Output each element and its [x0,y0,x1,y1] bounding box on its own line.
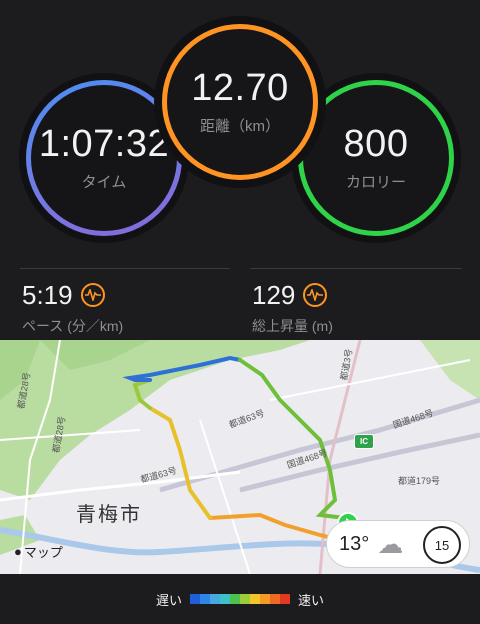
speed-color-swatch [200,594,210,604]
time-ring: 1:07:32 タイム [26,80,182,236]
divider [250,268,462,269]
speed-color-swatch [240,594,250,604]
pace-value: 5:19 [22,280,73,310]
apple-logo-icon: ● [14,544,22,559]
pace-stat[interactable]: 5:19 ペース (分／km) [22,282,123,336]
ic-badge: IC [354,434,374,449]
speed-color-swatch [270,594,280,604]
calories-ring: 800 カロリー [298,80,454,236]
elevation-label: 総上昇量 (m) [252,318,333,334]
time-label: タイム [81,173,127,191]
maps-attribution[interactable]: ● マップ [14,542,63,561]
pace-label: ペース (分／km) [22,318,124,334]
temperature: 13° [339,532,370,555]
summary-rings: 1:07:32 タイム 800 カロリー 12.70 距離（km） [0,0,480,258]
distance-ring: 12.70 距離（km） [162,24,318,180]
distance-value: 12.70 [191,66,289,109]
pulse-icon[interactable] [303,283,328,307]
sub-stats: 5:19 ペース (分／km) 129 総上昇量 (m) [0,258,480,340]
fast-label: 速い [298,592,325,608]
speed-color-swatch [210,594,220,604]
time-value: 1:07:32 [38,122,170,165]
aqi-badge: 15 [423,526,461,564]
elevation-value: 129 [252,280,296,310]
road-label: 都道179号 [398,476,441,486]
pulse-icon[interactable] [80,283,105,307]
speed-color-swatch [280,594,290,604]
calories-value: 800 [343,122,409,165]
speed-color-swatch [190,594,200,604]
maps-attribution-label: マップ [23,545,63,560]
speed-color-swatch [260,594,270,604]
cloud-icon: ☁ [377,529,404,559]
calories-label: カロリー [345,173,406,191]
divider [20,268,230,269]
speed-legend: 遅い 速い [0,574,480,624]
elevation-stat[interactable]: 129 総上昇量 (m) [252,282,333,336]
route-map[interactable]: 都道28号 都道28号 都道63号 都道63号 国道468号 国道468号 都道… [0,340,480,574]
speed-color-swatch [250,594,260,604]
city-label: 青梅市 [76,504,142,526]
distance-label: 距離（km） [200,117,280,135]
weather-widget[interactable]: 13° ☁ 15 [326,520,470,568]
speed-color-scale [190,594,290,604]
slow-label: 遅い [155,592,182,608]
speed-color-swatch [220,594,230,604]
speed-color-swatch [230,594,240,604]
